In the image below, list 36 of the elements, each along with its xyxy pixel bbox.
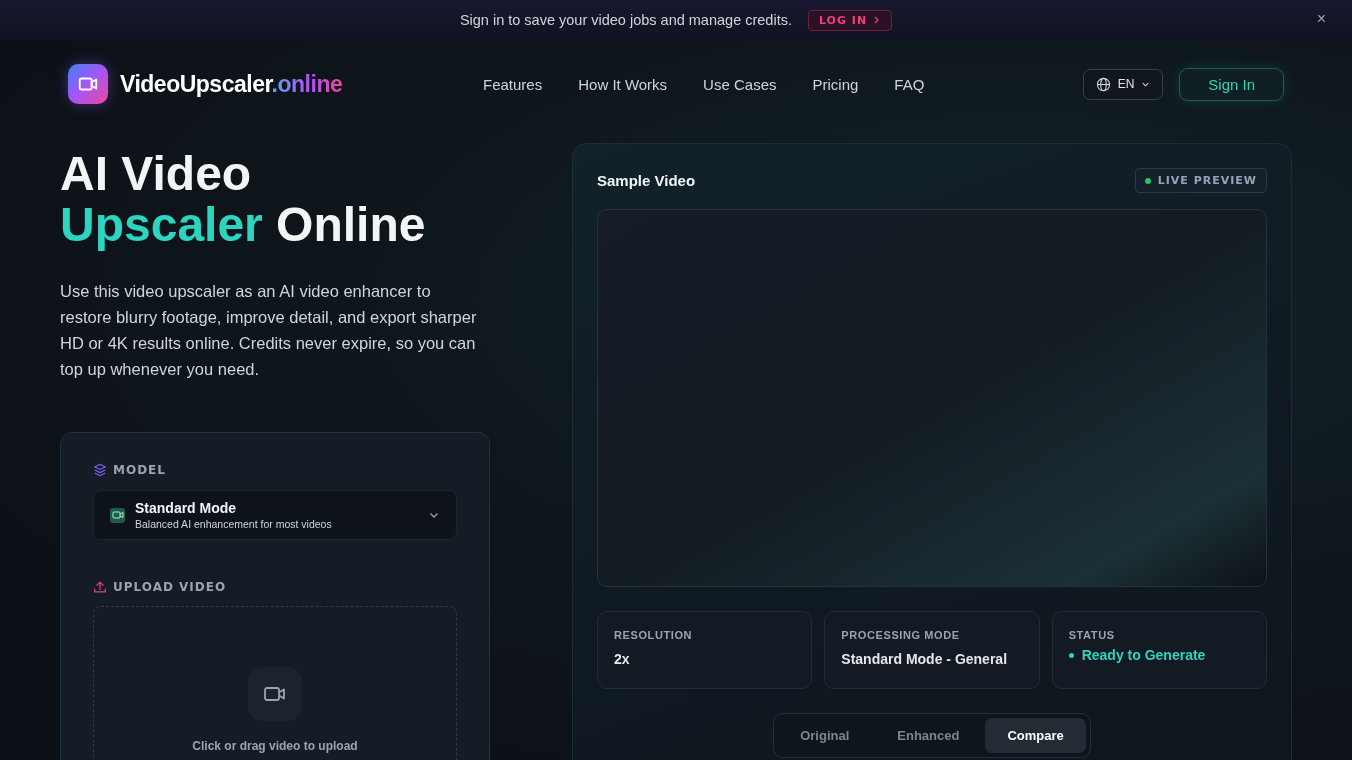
language-selector[interactable]: EN (1082, 68, 1164, 100)
stat-value: Standard Mode - General (841, 651, 1009, 667)
nav-link[interactable]: Pricing (812, 75, 859, 93)
video-camera-logo-icon (68, 64, 108, 104)
nav-link[interactable]: Use Cases (703, 75, 777, 93)
nav-link[interactable]: FAQ (894, 75, 925, 93)
globe-icon (1095, 76, 1111, 92)
view-tab[interactable]: Compare (985, 718, 1086, 753)
stat-label: STATUS (1068, 629, 1116, 641)
upload-icon (93, 580, 107, 594)
video-camera-icon (110, 507, 125, 523)
view-tab[interactable]: Original (778, 718, 872, 753)
nav-link[interactable]: Features (483, 75, 543, 93)
hero-description: Use this video upscaler as an AI video enhancer to restore blurry footage, improve detail, and export sharper HD or 4K results online. Credits never expire, so you can top up whenever you need. (60, 281, 478, 380)
section-label: MODEL (113, 463, 166, 477)
close-button[interactable]: × (1312, 10, 1330, 28)
sign-in-button[interactable]: Sign In (1179, 67, 1284, 101)
upload-dropzone[interactable]: Click or drag video to upload (93, 606, 457, 760)
upload-hint: Click or drag video to upload (192, 739, 358, 753)
stat-label: RESOLUTION (614, 629, 694, 641)
video-camera-icon (248, 667, 302, 721)
hero-title: AI Video (60, 148, 252, 199)
hero-title: Upscaler Online (60, 199, 426, 250)
section-label: UPLOAD VIDEO (113, 580, 227, 594)
brand-name[interactable]: VideoUpscaler.online (120, 70, 343, 98)
stat-label: PROCESSING MODE (841, 629, 961, 641)
banner-message: Sign in to save your video jobs and manage credits. (459, 12, 792, 28)
live-preview-badge: LIVE PREVIEW (1134, 168, 1267, 193)
nav-link[interactable]: How It Works (578, 75, 668, 93)
log-in-button[interactable]: LOG IN (807, 9, 893, 31)
panel-title: Sample Video (597, 172, 696, 189)
status-value: Ready to Generate (1068, 647, 1250, 663)
layers-icon (93, 463, 107, 477)
view-tab[interactable]: Enhanced (875, 718, 982, 753)
stat-value: 2x (614, 651, 631, 667)
model-dropdown[interactable]: Standard Mode Balanced AI enhancement for most videos (93, 490, 457, 540)
